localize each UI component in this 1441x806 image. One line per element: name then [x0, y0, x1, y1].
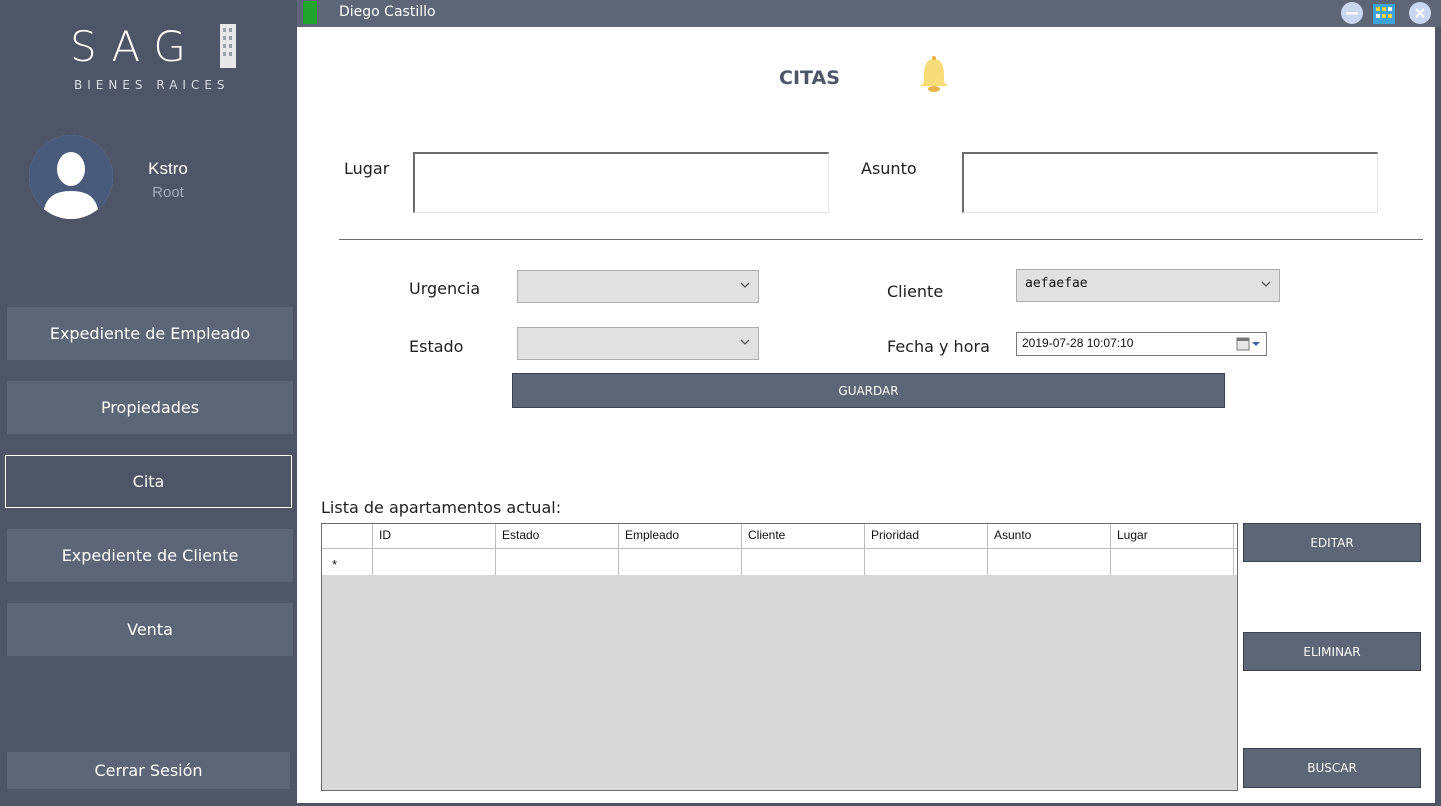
chevron-down-icon [740, 282, 750, 288]
logo-building-icon [220, 24, 236, 68]
column-header-empleado[interactable]: Empleado [619, 524, 742, 548]
title-bar: Diego Castillo [297, 0, 1441, 27]
cliente-value: aefaefae [1025, 276, 1088, 291]
cliente-select[interactable]: aefaefae [1016, 269, 1280, 302]
sidebar: SAG BIENES RAICES Kstro Root Expediente … [0, 0, 297, 806]
table-row[interactable]: * [322, 548, 1237, 575]
list-title: Lista de apartamentos actual: [321, 498, 562, 517]
main-content: CITAS Lugar Asunto Urgencia Estado Clien… [297, 27, 1435, 803]
close-icon[interactable] [1408, 1, 1432, 25]
table-cell[interactable] [988, 549, 1111, 575]
table-cell[interactable] [1111, 549, 1234, 575]
nav-venta[interactable]: Venta [7, 603, 293, 656]
lugar-label: Lugar [344, 159, 390, 178]
save-button[interactable]: GUARDAR [512, 373, 1225, 408]
status-indicator [303, 1, 317, 24]
nav-expediente-empleado[interactable]: Expediente de Empleado [7, 307, 293, 360]
user-role: Root [152, 184, 184, 201]
delete-button[interactable]: ELIMINAR [1243, 632, 1421, 671]
nav-cita[interactable]: Cita [5, 455, 292, 508]
calendar-icon[interactable] [1236, 336, 1262, 352]
avatar [29, 135, 113, 219]
edit-button[interactable]: EDITAR [1243, 523, 1421, 562]
column-header-estado[interactable]: Estado [496, 524, 619, 548]
fecha-label: Fecha y hora [887, 337, 990, 356]
table-cell[interactable] [619, 549, 742, 575]
logo-text: SAG [70, 22, 200, 71]
asunto-input[interactable] [962, 152, 1378, 213]
column-header-asunto[interactable]: Asunto [988, 524, 1111, 548]
logo-subtitle: BIENES RAICES [74, 78, 230, 92]
column-header-prioridad[interactable]: Prioridad [865, 524, 988, 548]
page-title: CITAS [779, 67, 840, 89]
column-header-lugar[interactable]: Lugar [1111, 524, 1234, 548]
user-icon [29, 135, 113, 219]
table-header: ID Estado Empleado Cliente Prioridad Asu… [322, 524, 1237, 548]
app-logo: SAG BIENES RAICES [30, 22, 270, 102]
user-name: Kstro [148, 159, 188, 178]
lugar-input[interactable] [413, 152, 829, 213]
divider [339, 239, 1423, 240]
logout-button[interactable]: Cerrar Sesión [7, 752, 290, 789]
asunto-label: Asunto [861, 159, 917, 178]
minimize-icon[interactable] [1340, 1, 1364, 25]
maximize-building-icon[interactable] [1372, 1, 1396, 25]
nav-expediente-cliente[interactable]: Expediente de Cliente [7, 529, 293, 582]
fecha-datepicker[interactable]: 2019-07-28 10:07:10 [1016, 332, 1267, 356]
estado-select[interactable] [517, 327, 759, 360]
cliente-label: Cliente [887, 282, 944, 301]
urgencia-label: Urgencia [409, 279, 481, 298]
chevron-down-icon [1261, 281, 1271, 287]
row-header-corner [322, 524, 373, 548]
table-cell[interactable] [865, 549, 988, 575]
column-header-id[interactable]: ID [373, 524, 496, 548]
column-header-cliente[interactable]: Cliente [742, 524, 865, 548]
urgencia-select[interactable] [517, 270, 759, 303]
table-cell[interactable] [496, 549, 619, 575]
window-title: Diego Castillo [339, 4, 436, 20]
appointments-table[interactable]: ID Estado Empleado Cliente Prioridad Asu… [321, 523, 1238, 791]
estado-label: Estado [409, 337, 464, 356]
chevron-down-icon [740, 339, 750, 345]
bell-icon[interactable] [917, 55, 951, 95]
search-button[interactable]: BUSCAR [1243, 748, 1421, 788]
new-row-marker: * [322, 549, 373, 575]
table-cell[interactable] [742, 549, 865, 575]
fecha-value: 2019-07-28 10:07:10 [1022, 336, 1134, 350]
table-cell[interactable] [373, 549, 496, 575]
nav-propiedades[interactable]: Propiedades [7, 381, 293, 434]
